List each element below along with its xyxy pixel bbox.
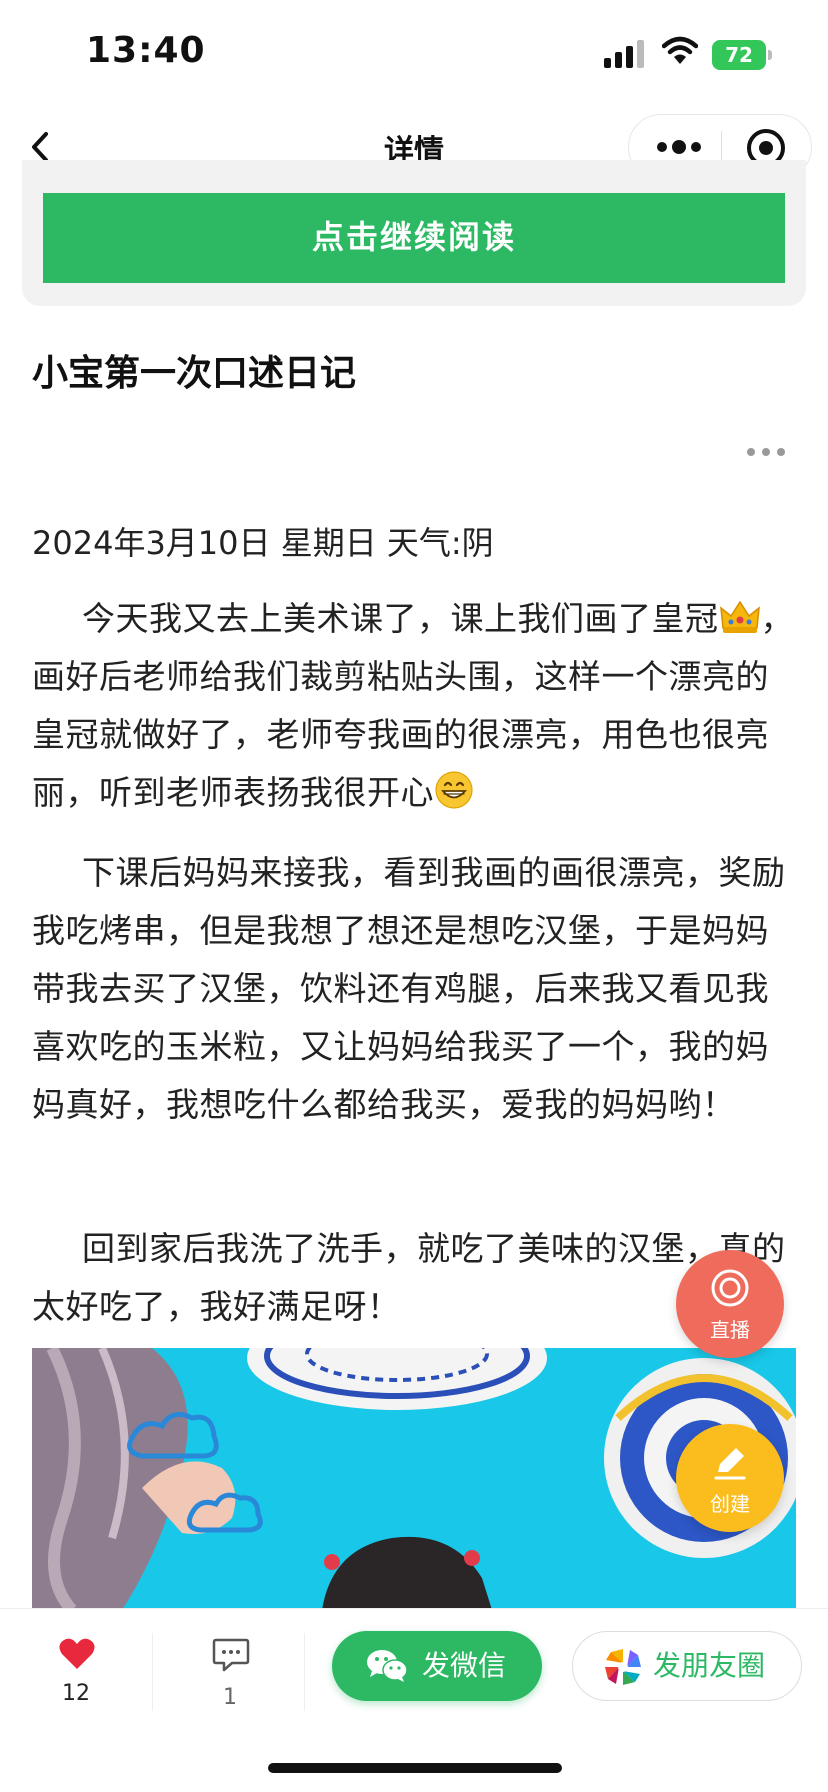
share-moments-label: 发朋友圈 — [653, 1649, 766, 1682]
continue-reading-button[interactable]: 点击继续阅读 — [43, 193, 785, 283]
article-paragraph-2: 下课后妈妈来接我，看到我画的画很漂亮，奖励我吃烤串，但是我想了想还是想吃汉堡，于… — [32, 853, 786, 1124]
heart-icon — [59, 1638, 95, 1669]
article-paragraph-1: 今天我又去上美术课了，课上我们画了皇冠 ，画好后老师给我们裁剪粘贴头围，这样一个… — [32, 590, 798, 822]
comment-icon — [212, 1638, 250, 1672]
article-date: 2024年3月10日 星期日 天气:阴 — [32, 524, 494, 562]
share-wechat-button[interactable]: 发微信 — [332, 1631, 542, 1701]
like-button[interactable]: 12 — [36, 1627, 116, 1717]
status-bar: 13:40 72 — [0, 0, 828, 100]
article-title: 小宝第一次口述日记 — [32, 353, 357, 394]
like-count: 12 — [62, 1681, 90, 1706]
bottom-divider — [304, 1633, 305, 1711]
live-icon — [711, 1269, 749, 1307]
article-more-icon[interactable] — [744, 440, 788, 464]
grinning-emoji-icon — [435, 771, 473, 809]
battery-icon: 72 — [712, 40, 772, 70]
comment-button[interactable]: 1 — [190, 1627, 270, 1717]
wechat-icon — [367, 1650, 408, 1682]
moments-icon — [605, 1649, 641, 1685]
status-time: 13:40 — [86, 30, 206, 71]
paragraph-1-part-a: 今天我又去上美术课了，课上我们画了皇冠 — [82, 599, 719, 638]
home-indicator — [268, 1763, 562, 1773]
battery-level: 72 — [725, 43, 753, 67]
create-button[interactable]: 创建 — [676, 1424, 784, 1532]
crown-emoji-icon — [719, 600, 760, 633]
create-label: 创建 — [710, 1492, 750, 1516]
share-moments-button[interactable]: 发朋友圈 — [572, 1631, 802, 1701]
wifi-icon — [662, 36, 698, 64]
share-wechat-label: 发微信 — [422, 1649, 507, 1682]
live-stream-button[interactable]: 直播 — [676, 1250, 784, 1358]
live-label: 直播 — [710, 1318, 750, 1342]
comment-count: 1 — [223, 1685, 237, 1710]
pencil-icon — [714, 1448, 746, 1480]
bottom-divider — [152, 1633, 153, 1711]
cellular-signal-icon — [604, 40, 644, 68]
